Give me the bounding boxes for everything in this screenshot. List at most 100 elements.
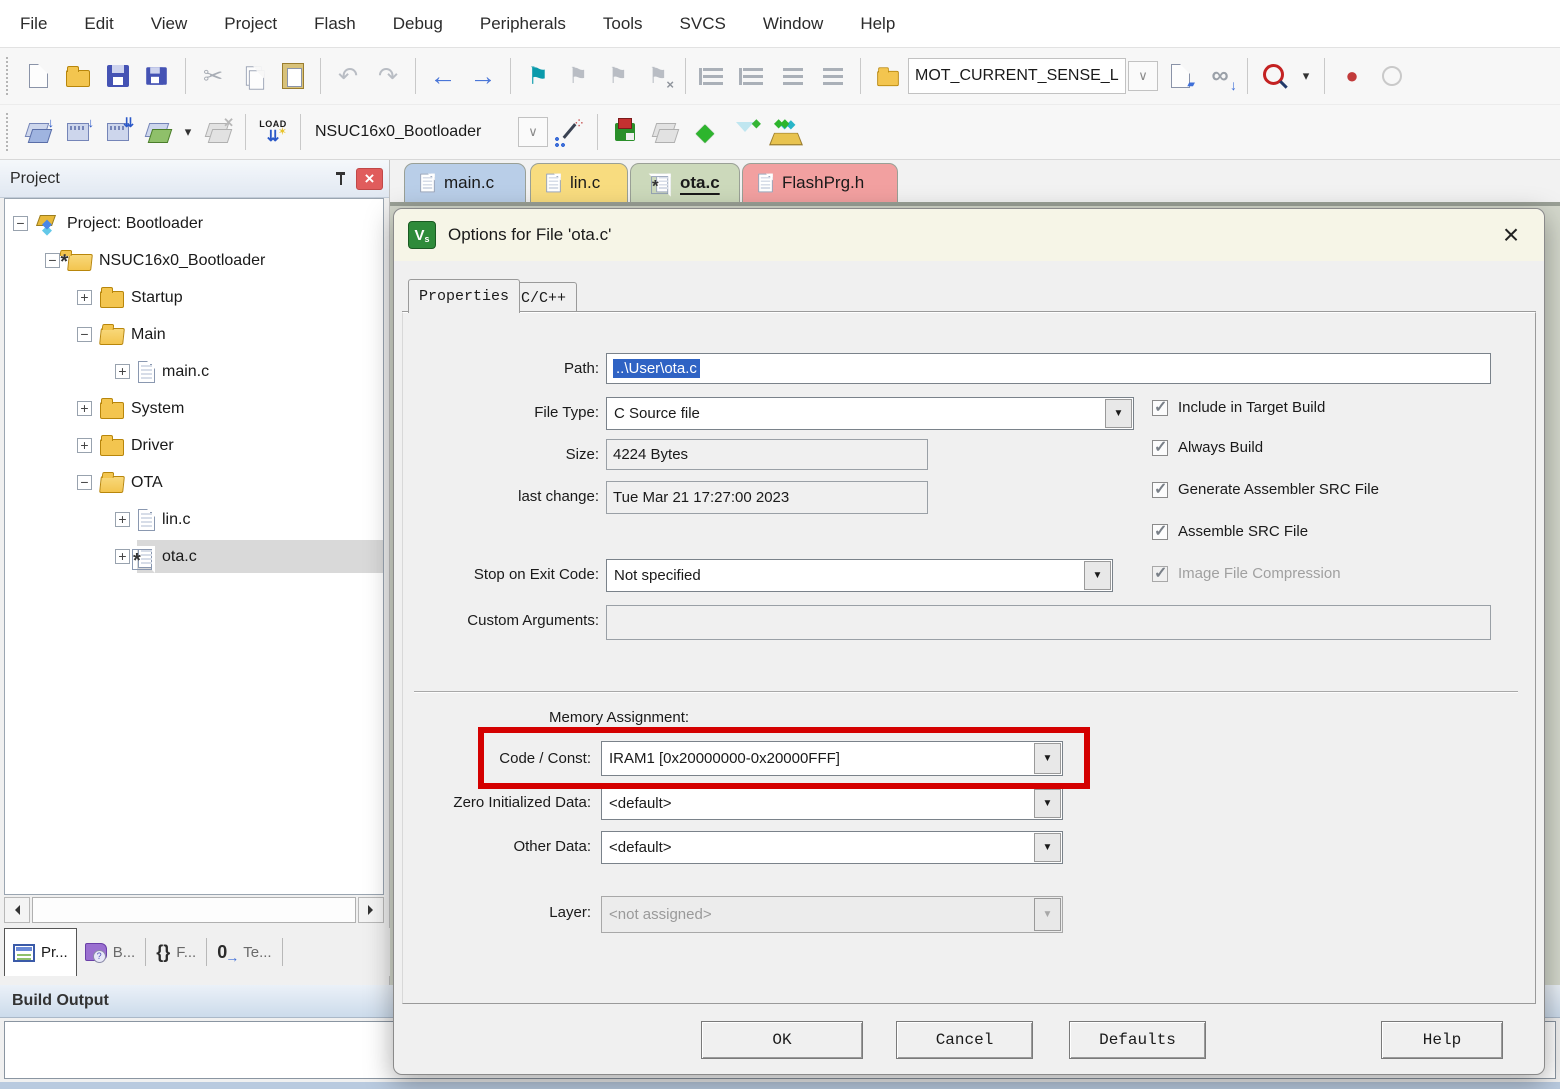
tab-templates[interactable]: 0 Te...: [209, 928, 279, 976]
menu-debug[interactable]: Debug: [393, 14, 443, 34]
checked-checkbox-icon[interactable]: [1152, 524, 1168, 540]
dropdown-arrow-button[interactable]: [1034, 743, 1061, 774]
target-select-dropdown-button[interactable]: [518, 117, 548, 147]
checkbox-include-in-target-build[interactable]: Include in Target Build: [1152, 399, 1325, 416]
collapse-icon[interactable]: [77, 475, 92, 490]
dropdown-arrow-button[interactable]: [1105, 399, 1132, 428]
save-button[interactable]: [100, 58, 136, 94]
scroll-left-button[interactable]: [4, 897, 30, 923]
copy-button[interactable]: [235, 58, 271, 94]
checkbox-generate-assembler-src[interactable]: Generate Assembler SRC File: [1152, 481, 1379, 498]
find-in-files-dialog-button[interactable]: [1162, 58, 1198, 94]
scroll-right-button[interactable]: [358, 897, 384, 923]
quick-find-button[interactable]: [1257, 58, 1293, 94]
navigate-forward-button[interactable]: [465, 58, 501, 94]
tree-item-driver[interactable]: Driver: [5, 427, 383, 464]
translate-button[interactable]: ↓: [20, 114, 56, 150]
tree-item-main-c[interactable]: main.c: [5, 353, 383, 390]
build-button[interactable]: ↓: [60, 114, 96, 150]
cancel-button[interactable]: Cancel: [896, 1021, 1033, 1059]
manage-project-items-button[interactable]: [687, 114, 723, 150]
expand-icon[interactable]: [115, 364, 130, 379]
search-term-dropdown-button[interactable]: [1128, 61, 1158, 91]
tree-item-lin-c[interactable]: lin.c: [5, 501, 383, 538]
checkbox-always-build[interactable]: Always Build: [1152, 439, 1263, 456]
checked-checkbox-icon[interactable]: [1152, 482, 1168, 498]
search-term-combobox[interactable]: MOT_CURRENT_SENSE_L: [908, 58, 1126, 94]
batch-build-dropdown[interactable]: [180, 114, 196, 150]
tree-item-main-group[interactable]: Main: [5, 316, 383, 353]
menu-peripherals[interactable]: Peripherals: [480, 14, 566, 34]
editor-tab-lin-c[interactable]: lin.c: [530, 163, 628, 202]
editor-tab-ota-c[interactable]: ota.c: [630, 163, 740, 202]
search-next-button[interactable]: [1202, 58, 1238, 94]
save-all-button[interactable]: [140, 58, 176, 94]
dropdown-arrow-button[interactable]: [1084, 561, 1111, 590]
target-options-button[interactable]: [552, 114, 588, 150]
menu-project[interactable]: Project: [224, 14, 277, 34]
path-field[interactable]: ..\User\ota.c: [606, 353, 1491, 384]
menu-flash[interactable]: Flash: [314, 14, 356, 34]
collapse-icon[interactable]: [13, 216, 28, 231]
collapse-icon[interactable]: [45, 253, 60, 268]
quick-find-dropdown[interactable]: [1297, 58, 1315, 94]
close-panel-button[interactable]: [356, 168, 383, 190]
zero-init-combobox[interactable]: <default>: [601, 787, 1063, 820]
tree-item-ota-group[interactable]: OTA: [5, 464, 383, 501]
menu-tools[interactable]: Tools: [603, 14, 643, 34]
file-extensions-button[interactable]: [727, 114, 763, 150]
previous-bookmark-button[interactable]: [560, 58, 596, 94]
defaults-button[interactable]: Defaults: [1069, 1021, 1206, 1059]
file-type-combobox[interactable]: C Source file: [606, 397, 1134, 430]
manage-runtime-environment-button[interactable]: [607, 114, 643, 150]
manage-project-layout-button[interactable]: [647, 114, 683, 150]
undo-button[interactable]: [330, 58, 366, 94]
cut-button[interactable]: [195, 58, 231, 94]
editor-tab-flashprg-h[interactable]: FlashPrg.h: [742, 163, 898, 202]
editor-tab-main-c[interactable]: main.c: [404, 163, 526, 202]
indent-right-button[interactable]: [735, 58, 771, 94]
checked-checkbox-icon[interactable]: [1152, 400, 1168, 416]
menu-window[interactable]: Window: [763, 14, 823, 34]
tree-item-startup[interactable]: Startup: [5, 279, 383, 316]
tree-item-ota-c[interactable]: ota.c: [5, 538, 383, 575]
dropdown-arrow-button[interactable]: [1034, 833, 1061, 862]
expand-icon[interactable]: [115, 512, 130, 527]
uncomment-selection-button[interactable]: [815, 58, 851, 94]
menu-help[interactable]: Help: [860, 14, 895, 34]
enable-breakpoint-button[interactable]: [1374, 58, 1410, 94]
other-data-combobox[interactable]: <default>: [601, 831, 1063, 864]
collapse-icon[interactable]: [77, 327, 92, 342]
tree-item-target[interactable]: NSUC16x0_Bootloader: [5, 242, 383, 279]
ok-button[interactable]: OK: [701, 1021, 863, 1059]
dialog-close-button[interactable]: [1496, 220, 1526, 250]
find-in-files-button[interactable]: [870, 58, 906, 94]
checked-checkbox-icon[interactable]: [1152, 440, 1168, 456]
new-file-button[interactable]: [20, 58, 56, 94]
help-button[interactable]: Help: [1381, 1021, 1503, 1059]
menu-file[interactable]: File: [20, 14, 47, 34]
tab-functions[interactable]: {} F...: [148, 928, 204, 976]
expand-icon[interactable]: [77, 438, 92, 453]
toggle-bookmark-button[interactable]: [520, 58, 556, 94]
scrollbar-thumb[interactable]: [32, 897, 356, 923]
next-bookmark-button[interactable]: [600, 58, 636, 94]
open-file-button[interactable]: [60, 58, 96, 94]
project-horizontal-scrollbar[interactable]: [4, 897, 384, 923]
menu-view[interactable]: View: [151, 14, 188, 34]
clear-bookmarks-button[interactable]: [640, 58, 676, 94]
tree-item-system[interactable]: System: [5, 390, 383, 427]
batch-build-button[interactable]: [140, 114, 176, 150]
insert-breakpoint-button[interactable]: [1334, 58, 1370, 94]
menu-svcs[interactable]: SVCS: [680, 14, 726, 34]
paste-button[interactable]: [275, 58, 311, 94]
dropdown-arrow-button[interactable]: [1034, 789, 1061, 818]
expand-icon[interactable]: [77, 290, 92, 305]
redo-button[interactable]: [370, 58, 406, 94]
navigate-back-button[interactable]: [425, 58, 461, 94]
dialog-title-bar[interactable]: Options for File 'ota.c': [394, 209, 1544, 261]
stop-on-exit-combobox[interactable]: Not specified: [606, 559, 1113, 592]
code-const-combobox[interactable]: IRAM1 [0x20000000-0x20000FFF]: [601, 741, 1063, 776]
download-to-flash-button[interactable]: LOAD: [255, 114, 291, 150]
custom-arguments-field[interactable]: [606, 605, 1491, 640]
